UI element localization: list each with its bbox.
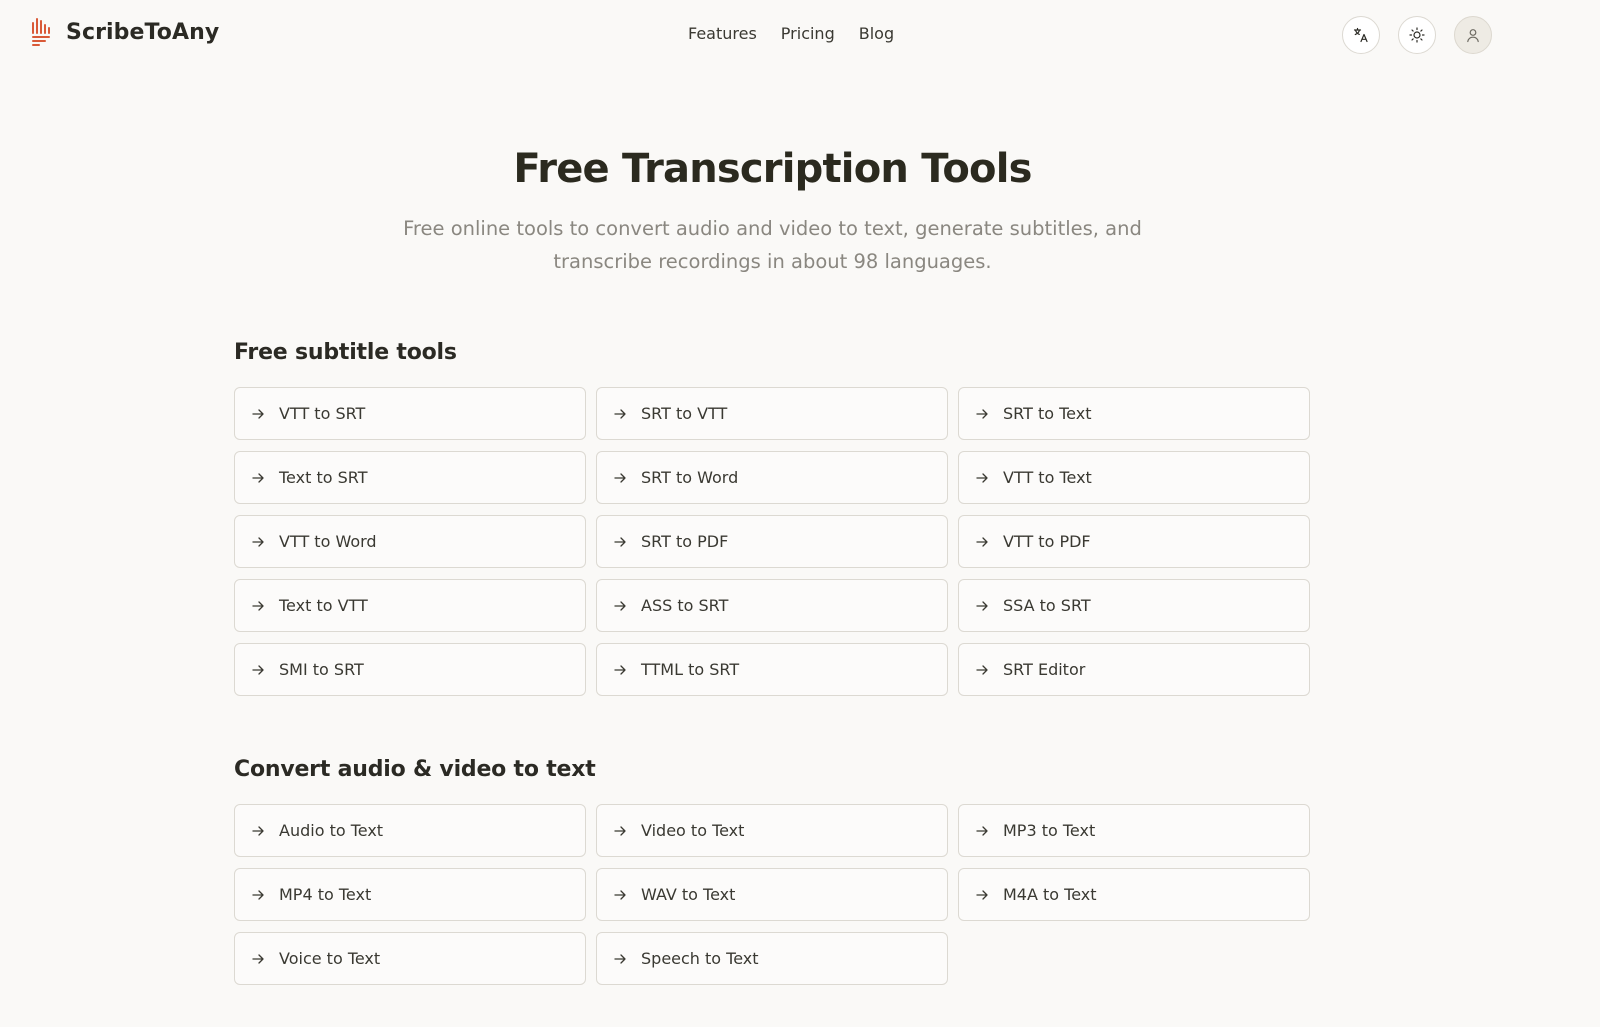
tool-label: Audio to Text [279, 821, 384, 840]
page-title: Free Transcription Tools [513, 146, 1032, 192]
tool-link-speech-to-text[interactable]: Speech to Text [596, 932, 948, 985]
arrow-right-icon [976, 889, 988, 900]
arrow-right-icon [252, 825, 264, 836]
theme-toggle-button[interactable] [1398, 16, 1436, 54]
tool-link-srt-to-pdf[interactable]: SRT to PDF [596, 515, 948, 568]
tool-link-vtt-to-word[interactable]: VTT to Word [234, 515, 586, 568]
tool-label: SRT to Text [1003, 404, 1092, 423]
tool-link-srt-to-vtt[interactable]: SRT to VTT [596, 387, 948, 440]
main-nav: Features Pricing Blog [688, 24, 894, 43]
section-title: Convert audio & video to text [234, 757, 596, 782]
page-subtitle: Free online tools to convert audio and v… [403, 217, 1142, 273]
tool-label: Text to VTT [279, 596, 368, 615]
tool-label: SRT to VTT [641, 404, 728, 423]
tool-label: Text to SRT [279, 468, 368, 487]
arrow-right-icon [252, 408, 264, 419]
tool-link-m4a-to-text[interactable]: M4A to Text [958, 868, 1310, 921]
tool-label: Video to Text [641, 821, 745, 840]
arrow-right-icon [976, 408, 988, 419]
hero: Free Transcription Tools Free online too… [0, 146, 1545, 278]
tool-label: SRT to PDF [641, 532, 729, 551]
tool-link-mp3-to-text[interactable]: MP3 to Text [958, 804, 1310, 857]
tool-label: SRT to Word [641, 468, 739, 487]
brand-name: ScribeToAny [66, 19, 220, 45]
tool-grid: VTT to SRT SRT to VTT SRT to Text Text to S… [234, 387, 1312, 696]
tool-grid: Audio to Text Video to Text MP3 to Text MP4… [234, 804, 1312, 985]
arrow-right-icon [614, 536, 626, 547]
tool-label: SSA to SRT [1003, 596, 1091, 615]
language-button[interactable] [1342, 16, 1380, 54]
nav-pricing[interactable]: Pricing [781, 24, 835, 43]
arrow-right-icon [614, 600, 626, 611]
arrow-right-icon [614, 825, 626, 836]
subtitle-tools-section: Free subtitle tools VTT to SRT SRT to VTT… [234, 340, 1312, 696]
tool-link-text-to-srt[interactable]: Text to SRT [234, 451, 586, 504]
tool-label: VTT to PDF [1003, 532, 1091, 551]
tool-link-srt-to-text[interactable]: SRT to Text [958, 387, 1310, 440]
tool-label: Voice to Text [279, 949, 381, 968]
arrow-right-icon [976, 472, 988, 483]
sun-icon [1409, 27, 1425, 43]
tool-label: M4A to Text [1003, 885, 1097, 904]
arrow-right-icon [252, 600, 264, 611]
arrow-right-icon [976, 664, 988, 675]
tool-link-text-to-vtt[interactable]: Text to VTT [234, 579, 586, 632]
tool-link-voice-to-text[interactable]: Voice to Text [234, 932, 586, 985]
arrow-right-icon [614, 889, 626, 900]
audio-video-tools-section: Convert audio & video to text Audio to T… [234, 757, 1312, 985]
tool-label: SRT Editor [1003, 660, 1086, 679]
tool-link-ass-to-srt[interactable]: ASS to SRT [596, 579, 948, 632]
arrow-right-icon [976, 536, 988, 547]
arrow-right-icon [976, 825, 988, 836]
tool-label: TTML to SRT [641, 660, 740, 679]
arrow-right-icon [252, 953, 264, 964]
tool-label: VTT to SRT [279, 404, 366, 423]
tool-label: SMI to SRT [279, 660, 364, 679]
tool-link-ttml-to-srt[interactable]: TTML to SRT [596, 643, 948, 696]
tool-label: ASS to SRT [641, 596, 729, 615]
logo-icon [32, 18, 50, 46]
tool-link-ssa-to-srt[interactable]: SSA to SRT [958, 579, 1310, 632]
tool-link-srt-editor[interactable]: SRT Editor [958, 643, 1310, 696]
arrow-right-icon [614, 472, 626, 483]
tool-link-vtt-to-srt[interactable]: VTT to SRT [234, 387, 586, 440]
nav-blog[interactable]: Blog [859, 24, 894, 43]
tool-link-smi-to-srt[interactable]: SMI to SRT [234, 643, 586, 696]
tool-link-audio-to-text[interactable]: Audio to Text [234, 804, 586, 857]
header-actions [1342, 16, 1492, 54]
arrow-right-icon [614, 664, 626, 675]
site-header: ScribeToAny Features Pricing Blog [0, 0, 1600, 70]
arrow-right-icon [614, 408, 626, 419]
user-icon [1467, 29, 1479, 43]
arrow-right-icon [976, 600, 988, 611]
brand-link[interactable]: ScribeToAny [30, 18, 219, 46]
arrow-right-icon [252, 536, 264, 547]
tool-link-video-to-text[interactable]: Video to Text [596, 804, 948, 857]
arrow-right-icon [252, 472, 264, 483]
account-button[interactable] [1454, 16, 1492, 54]
tool-link-wav-to-text[interactable]: WAV to Text [596, 868, 948, 921]
section-title: Free subtitle tools [234, 340, 457, 365]
arrow-right-icon [252, 664, 264, 675]
arrow-right-icon [614, 953, 626, 964]
translate-icon [1353, 27, 1368, 43]
tool-link-mp4-to-text[interactable]: MP4 to Text [234, 868, 586, 921]
tool-label: MP4 to Text [279, 885, 372, 904]
tool-label: MP3 to Text [1003, 821, 1096, 840]
tool-label: VTT to Word [279, 532, 377, 551]
tool-label: VTT to Text [1003, 468, 1092, 487]
tool-label: WAV to Text [641, 885, 736, 904]
tool-link-vtt-to-text[interactable]: VTT to Text [958, 451, 1310, 504]
nav-features[interactable]: Features [688, 24, 757, 43]
tool-link-srt-to-word[interactable]: SRT to Word [596, 451, 948, 504]
tool-link-vtt-to-pdf[interactable]: VTT to PDF [958, 515, 1310, 568]
arrow-right-icon [252, 889, 264, 900]
tool-label: Speech to Text [641, 949, 759, 968]
